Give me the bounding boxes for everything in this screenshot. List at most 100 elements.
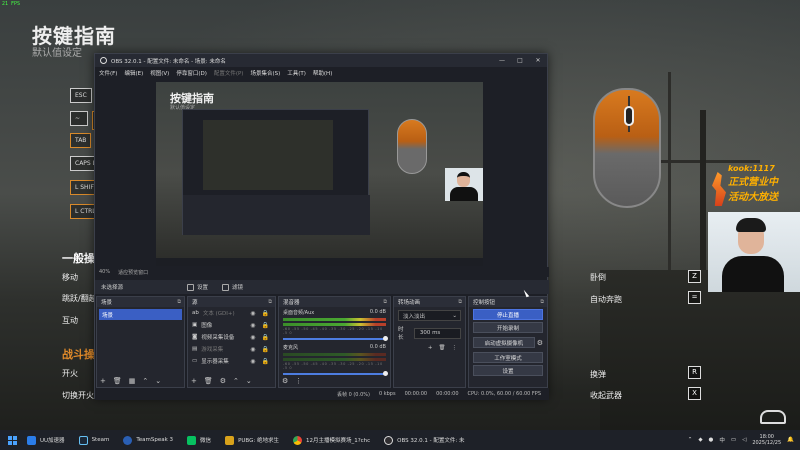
lock-icon[interactable]: 🔒	[262, 358, 269, 365]
camera-source-icon: ◙	[192, 334, 198, 340]
network-icon[interactable]: ▭	[731, 437, 736, 443]
duration-input[interactable]: 300 ms	[413, 327, 461, 339]
settings-button[interactable]: 设置	[473, 365, 543, 376]
stop-streaming-button[interactable]: 停止直播	[473, 309, 543, 320]
controls-dock: 控制按钮 ⧉ 停止直播 开始录制 启动虚拟摄像机 ⚙ 工作室模式 设置	[468, 296, 548, 388]
transition-menu-icon[interactable]: ⋮	[452, 345, 458, 351]
notification-icon[interactable]: 🔔	[787, 437, 794, 443]
scene-list-item[interactable]: 场景	[99, 309, 182, 320]
tray-app-icon[interactable]: ●	[709, 437, 714, 443]
taskbar-app-label: OBS 32.0.1 - 配置文件: 未	[397, 438, 465, 444]
move-up-button[interactable]: ⌃	[233, 377, 239, 385]
tray-app-icon[interactable]: ◆	[698, 437, 702, 443]
properties-label: 设置	[197, 285, 209, 291]
webcam-overlay	[708, 212, 800, 292]
controls-header: 控制按钮	[473, 300, 496, 306]
remove-source-button[interactable]: 🗑	[204, 377, 213, 385]
source-properties-button[interactable]: ⚙	[220, 377, 226, 385]
move-up-button[interactable]: ⌃	[142, 377, 148, 385]
move-down-button[interactable]: ⌄	[155, 377, 161, 385]
obs-window[interactable]: OBS 32.0.1 - 配置文件: 未命名 - 场景: 未命名 — □ ✕ 文…	[94, 53, 549, 400]
add-transition-button[interactable]: +	[428, 345, 433, 351]
visibility-icon[interactable]: ◉	[250, 310, 255, 317]
menu-profile[interactable]: 配置文件(P)	[214, 69, 244, 77]
studio-mode-button[interactable]: 工作室模式	[473, 352, 543, 363]
visibility-icon[interactable]: ◉	[250, 334, 255, 341]
taskbar-app[interactable]: 微信	[187, 435, 212, 445]
dock-undock-icon[interactable]: ⧉	[383, 299, 387, 305]
menu-docks[interactable]: 停靠窗口(D)	[176, 69, 207, 77]
start-recording-button[interactable]: 开始录制	[473, 322, 543, 333]
start-virtual-camera-button[interactable]: 启动虚拟摄像机	[473, 337, 535, 348]
taskbar-app[interactable]: TeamSpeak 3	[123, 435, 173, 445]
windows-start-icon[interactable]	[8, 435, 17, 445]
menu-view[interactable]: 视图(V)	[150, 69, 169, 77]
label-move: 移动	[62, 273, 78, 282]
filters-button[interactable]: 滤镜	[222, 283, 243, 291]
menu-scene-collection[interactable]: 场景集合(S)	[250, 69, 280, 77]
mixer-settings-icon[interactable]: ⚙	[282, 377, 288, 385]
add-scene-button[interactable]: +	[100, 377, 106, 385]
obs-preview[interactable]: 按键指南 默认值设定	[156, 82, 483, 266]
taskbar-app-label: 微信	[200, 438, 212, 444]
webcam-person-body	[722, 256, 784, 292]
move-down-button[interactable]: ⌄	[246, 377, 252, 385]
key-equals: =	[688, 291, 701, 304]
promo-kook: kook:1117	[728, 164, 775, 173]
dock-undock-icon[interactable]: ⧉	[177, 299, 181, 305]
menu-edit[interactable]: 编辑(E)	[124, 69, 143, 77]
obs-menubar: 文件(F) 编辑(E) 视图(V) 停靠窗口(D) 配置文件(P) 场景集合(S…	[95, 67, 547, 78]
clock-date: 2025/12/25	[752, 440, 782, 446]
obs-titlebar[interactable]: OBS 32.0.1 - 配置文件: 未命名 - 场景: 未命名 — □ ✕	[95, 54, 547, 67]
lock-icon[interactable]: 🔒	[262, 334, 269, 341]
visibility-icon[interactable]: ◉	[250, 346, 255, 353]
lock-icon[interactable]: 🔒	[262, 346, 269, 353]
maximize-button[interactable]: □	[511, 57, 529, 64]
source-item[interactable]: ▭ 显示器采集 ◉ 🔒	[188, 355, 275, 367]
windows-taskbar: UU加速器 Steam TeamSpeak 3 微信 PUBG: 绝地求生 12…	[0, 430, 800, 450]
scene-filter-button[interactable]: ▦	[129, 377, 136, 385]
visibility-icon[interactable]: ◉	[250, 358, 255, 365]
tray-chevron-icon[interactable]: ⌃	[688, 437, 693, 443]
channel-name: 桌面音频/Aux	[283, 310, 315, 316]
source-item[interactable]: ab 文本 (GDI+) ◉ 🔒	[188, 307, 275, 319]
transition-select[interactable]: 淡入淡出 ⌄	[398, 310, 461, 321]
dock-undock-icon[interactable]: ⧉	[268, 299, 272, 305]
add-source-button[interactable]: +	[191, 377, 197, 385]
remove-transition-button[interactable]: 🗑	[439, 345, 446, 351]
volume-icon[interactable]: ◁	[742, 437, 746, 443]
mixer-menu-icon[interactable]: ⋮	[295, 377, 302, 385]
taskbar-app[interactable]: Steam	[78, 435, 109, 445]
virtual-camera-settings-icon[interactable]: ⚙	[537, 339, 543, 347]
close-button[interactable]: ✕	[529, 57, 547, 64]
taskbar-app[interactable]: PUBG: 绝地求生	[225, 435, 279, 445]
source-item[interactable]: ▤ 游戏采集 ◉ 🔒	[188, 343, 275, 355]
preview-fit[interactable]: 适应预览窗口	[118, 269, 148, 276]
minimize-button[interactable]: —	[493, 57, 511, 64]
properties-button[interactable]: 设置	[187, 283, 208, 291]
label-reload: 换弹	[590, 370, 606, 379]
taskbar-app[interactable]: OBS 32.0.1 - 配置文件: 未	[384, 435, 465, 445]
label-fire: 开火	[62, 369, 78, 378]
volume-slider[interactable]	[283, 371, 388, 376]
menu-tools[interactable]: 工具(T)	[287, 69, 306, 77]
menu-file[interactable]: 文件(F)	[99, 69, 117, 77]
source-item[interactable]: ◙ 视频采集设备 ◉ 🔒	[188, 331, 275, 343]
taskbar-app[interactable]: UU加速器	[27, 435, 65, 445]
promo-line2: 正式营业中	[728, 177, 778, 188]
system-clock[interactable]: 18:00 2025/12/25	[752, 434, 781, 446]
source-item[interactable]: ▣ 图像 ◉ 🔒	[188, 319, 275, 331]
taskbar-app[interactable]: 12月主播模拟赛场_1?chc	[292, 435, 370, 445]
lock-icon[interactable]: 🔒	[262, 322, 269, 329]
preview-zoom[interactable]: 40%	[99, 269, 110, 275]
volume-slider[interactable]	[283, 336, 388, 341]
preview-taskbar	[156, 258, 483, 266]
menu-help[interactable]: 帮助(H)	[313, 69, 332, 77]
ime-indicator[interactable]: 中	[719, 436, 725, 444]
remove-scene-button[interactable]: 🗑	[113, 377, 122, 385]
gear-icon	[187, 283, 194, 291]
dock-undock-icon[interactable]: ⧉	[458, 299, 462, 305]
lock-icon[interactable]: 🔒	[262, 310, 269, 317]
dock-undock-icon[interactable]: ⧉	[540, 299, 544, 305]
visibility-icon[interactable]: ◉	[250, 322, 255, 329]
